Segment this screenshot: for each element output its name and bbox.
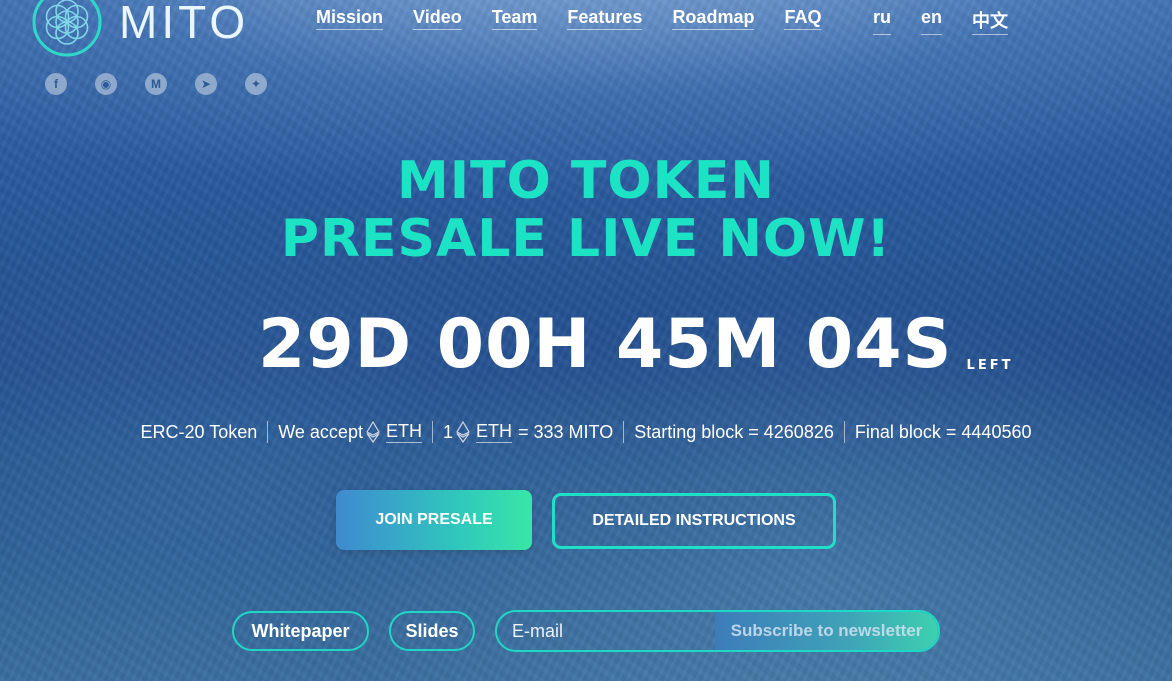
rate-value: = 333 MITO	[517, 421, 614, 442]
lang-en[interactable]: en	[921, 7, 943, 35]
join-presale-button[interactable]: JOIN PRESALE	[336, 490, 532, 550]
nav-item-features[interactable]: Features	[567, 7, 643, 30]
rate-currency-link[interactable]: ETH	[475, 421, 512, 443]
token-type: ERC-20 Token	[131, 421, 268, 443]
nav-item-team[interactable]: Team	[491, 7, 538, 30]
whitepaper-button[interactable]: Whitepaper	[232, 611, 369, 651]
countdown-value: 29D 00H 45M 04S	[258, 305, 953, 384]
rate-prefix: 1	[442, 421, 453, 442]
main-nav: Mission Video Team Features Roadmap FAQ	[316, 7, 851, 30]
flower-of-life-icon	[32, 0, 102, 57]
countdown-timer: 29D 00H 45M 04S LEFT	[258, 305, 1013, 385]
accept-label: We accept	[278, 421, 363, 442]
facebook-icon[interactable]: f	[45, 73, 67, 95]
social-links: f ◉ M ➤ ✦	[45, 73, 267, 95]
token-info-bar: ERC-20 Token We accept ETH 1 ETH = 333 M…	[0, 421, 1172, 443]
medium-icon[interactable]: M	[145, 73, 167, 95]
ethereum-icon	[366, 421, 380, 443]
logo-text: MITO	[119, 0, 250, 48]
language-switcher: ru en 中文	[873, 7, 1038, 35]
final-block: Final block = 4440560	[843, 421, 1042, 443]
nav-item-faq[interactable]: FAQ	[784, 7, 822, 30]
countdown-suffix: LEFT	[966, 358, 1014, 373]
nav-item-video[interactable]: Video	[413, 7, 462, 30]
headline-line-2: PRESALE LIVE NOW!	[280, 209, 892, 269]
nav-item-mission[interactable]: Mission	[316, 7, 384, 30]
headline-line-1: MITO TOKEN	[397, 151, 775, 211]
logo[interactable]: MITO	[31, 0, 249, 58]
starting-block: Starting block = 4260826	[623, 421, 844, 443]
token-type-label: ERC-20 Token	[140, 421, 258, 442]
hero-headline: MITO TOKEN PRESALE LIVE NOW!	[0, 152, 1172, 268]
email-field[interactable]	[497, 612, 715, 650]
slides-button[interactable]: Slides	[389, 611, 475, 651]
starting-block-text: Starting block = 4260826	[634, 421, 834, 442]
lang-zh[interactable]: 中文	[972, 7, 1009, 35]
exchange-rate: 1 ETH = 333 MITO	[431, 421, 623, 443]
subscribe-button[interactable]: Subscribe to newsletter	[715, 612, 938, 650]
detailed-instructions-button[interactable]: DETAILED INSTRUCTIONS	[552, 493, 836, 549]
lang-ru[interactable]: ru	[873, 7, 891, 35]
newsletter-form: Subscribe to newsletter	[495, 610, 940, 652]
final-block-text: Final block = 4440560	[854, 421, 1032, 442]
accepted-currency: We accept ETH	[267, 421, 432, 443]
github-icon[interactable]: ◉	[95, 73, 117, 95]
ethereum-icon	[456, 421, 470, 443]
accept-currency-link[interactable]: ETH	[385, 421, 422, 443]
nav-item-roadmap[interactable]: Roadmap	[672, 7, 755, 30]
telegram-icon[interactable]: ➤	[195, 73, 217, 95]
twitter-icon[interactable]: ✦	[245, 73, 267, 95]
